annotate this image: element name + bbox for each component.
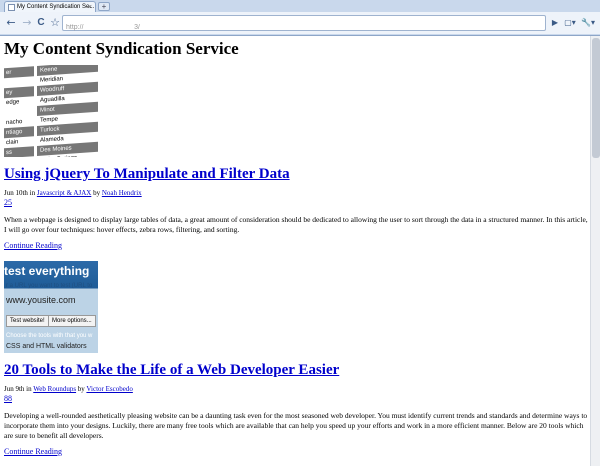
bookmark-star-icon[interactable]: ☆ (48, 16, 62, 30)
comment-count-link[interactable]: 25 (4, 198, 12, 207)
comment-count-link[interactable]: 88 (4, 394, 12, 403)
post-comments: 88 (4, 394, 590, 403)
thumbnail-line: CSS and HTML validators (6, 343, 87, 350)
thumbnail-options-button: More options... (48, 315, 96, 327)
thumbnail-url-text: www.yousite.com (6, 295, 76, 305)
continue-reading-link[interactable]: Continue Reading (4, 447, 62, 456)
post-title-link[interactable]: 20 Tools to Make the Life of a Web Devel… (4, 362, 339, 378)
post-meta: Jun 10th in Javascript & AJAX by Noah He… (4, 189, 590, 198)
post-thumbnail-table[interactable]: er Keene Meridian ey Woodruff edge Aguadilla Mi… (4, 65, 98, 157)
browser-toolbar: ← → C ☆ ▶ ▢▾ 🔧▾ (0, 12, 600, 35)
post-by: by (91, 189, 102, 197)
reload-icon[interactable]: C (34, 16, 48, 30)
tab-title: My Content Syndication Se... (17, 4, 95, 10)
back-arrow-icon[interactable]: ← (4, 16, 18, 30)
post-by: by (76, 385, 87, 393)
new-tab-button[interactable]: + (98, 2, 110, 11)
thumbnail-line: r a URL you want to test (URL to (6, 283, 93, 289)
site-title: My Content Syndication Service (4, 39, 239, 58)
tab-strip: My Content Syndication Se... × + (0, 0, 600, 13)
forward-arrow-icon[interactable]: → (20, 16, 34, 30)
post-title: Using jQuery To Manipulate and Filter Da… (4, 165, 590, 183)
vertical-scrollbar[interactable] (590, 36, 600, 466)
go-arrow-icon[interactable]: ▶ (548, 16, 562, 30)
post-date: Jun 10th in (4, 189, 37, 197)
continue-reading: Continue Reading (4, 447, 590, 457)
scrollbar-thumb[interactable] (592, 38, 600, 158)
post-title-link[interactable]: Using jQuery To Manipulate and Filter Da… (4, 166, 290, 182)
post-excerpt: Developing a well-rounded aesthetically … (4, 411, 588, 440)
post-thumbnail-tools[interactable]: test everything r a URL you want to test… (4, 261, 98, 353)
thumbnail-test-button: Test website! (6, 315, 49, 327)
page-content: My Content Syndication Service er Keene Me… (4, 36, 590, 457)
thumbnail-banner-text: test everything (4, 264, 90, 278)
address-bar[interactable] (62, 15, 546, 35)
page-menu-icon[interactable]: ▢▾ (562, 16, 578, 30)
thumbnail-line: Choose the tools with that you w (6, 333, 93, 339)
post-excerpt: When a webpage is designed to display la… (4, 215, 588, 234)
page-favicon-icon (8, 4, 15, 11)
post-title: 20 Tools to Make the Life of a Web Devel… (4, 361, 590, 379)
post-category-link[interactable]: Web Roundups (33, 385, 76, 393)
wrench-menu-icon[interactable]: 🔧▾ (580, 16, 596, 30)
post-category-link[interactable]: Javascript & AJAX (37, 189, 91, 197)
page-viewport: My Content Syndication Service er Keene Me… (0, 36, 600, 466)
thumbnail-cell: ss (4, 146, 34, 157)
url-input[interactable] (63, 20, 483, 35)
continue-reading: Continue Reading (4, 241, 590, 251)
post-date: Jun 9th in (4, 385, 34, 393)
post-meta: Jun 9th in Web Roundups by Victor Escobe… (4, 385, 590, 394)
post-author-link[interactable]: Noah Hendrix (102, 189, 142, 197)
browser-chrome: My Content Syndication Se... × + ← → C ☆… (0, 0, 600, 36)
continue-reading-link[interactable]: Continue Reading (4, 241, 62, 250)
post-comments: 25 (4, 198, 590, 207)
post-author-link[interactable]: Victor Escobedo (86, 385, 132, 393)
